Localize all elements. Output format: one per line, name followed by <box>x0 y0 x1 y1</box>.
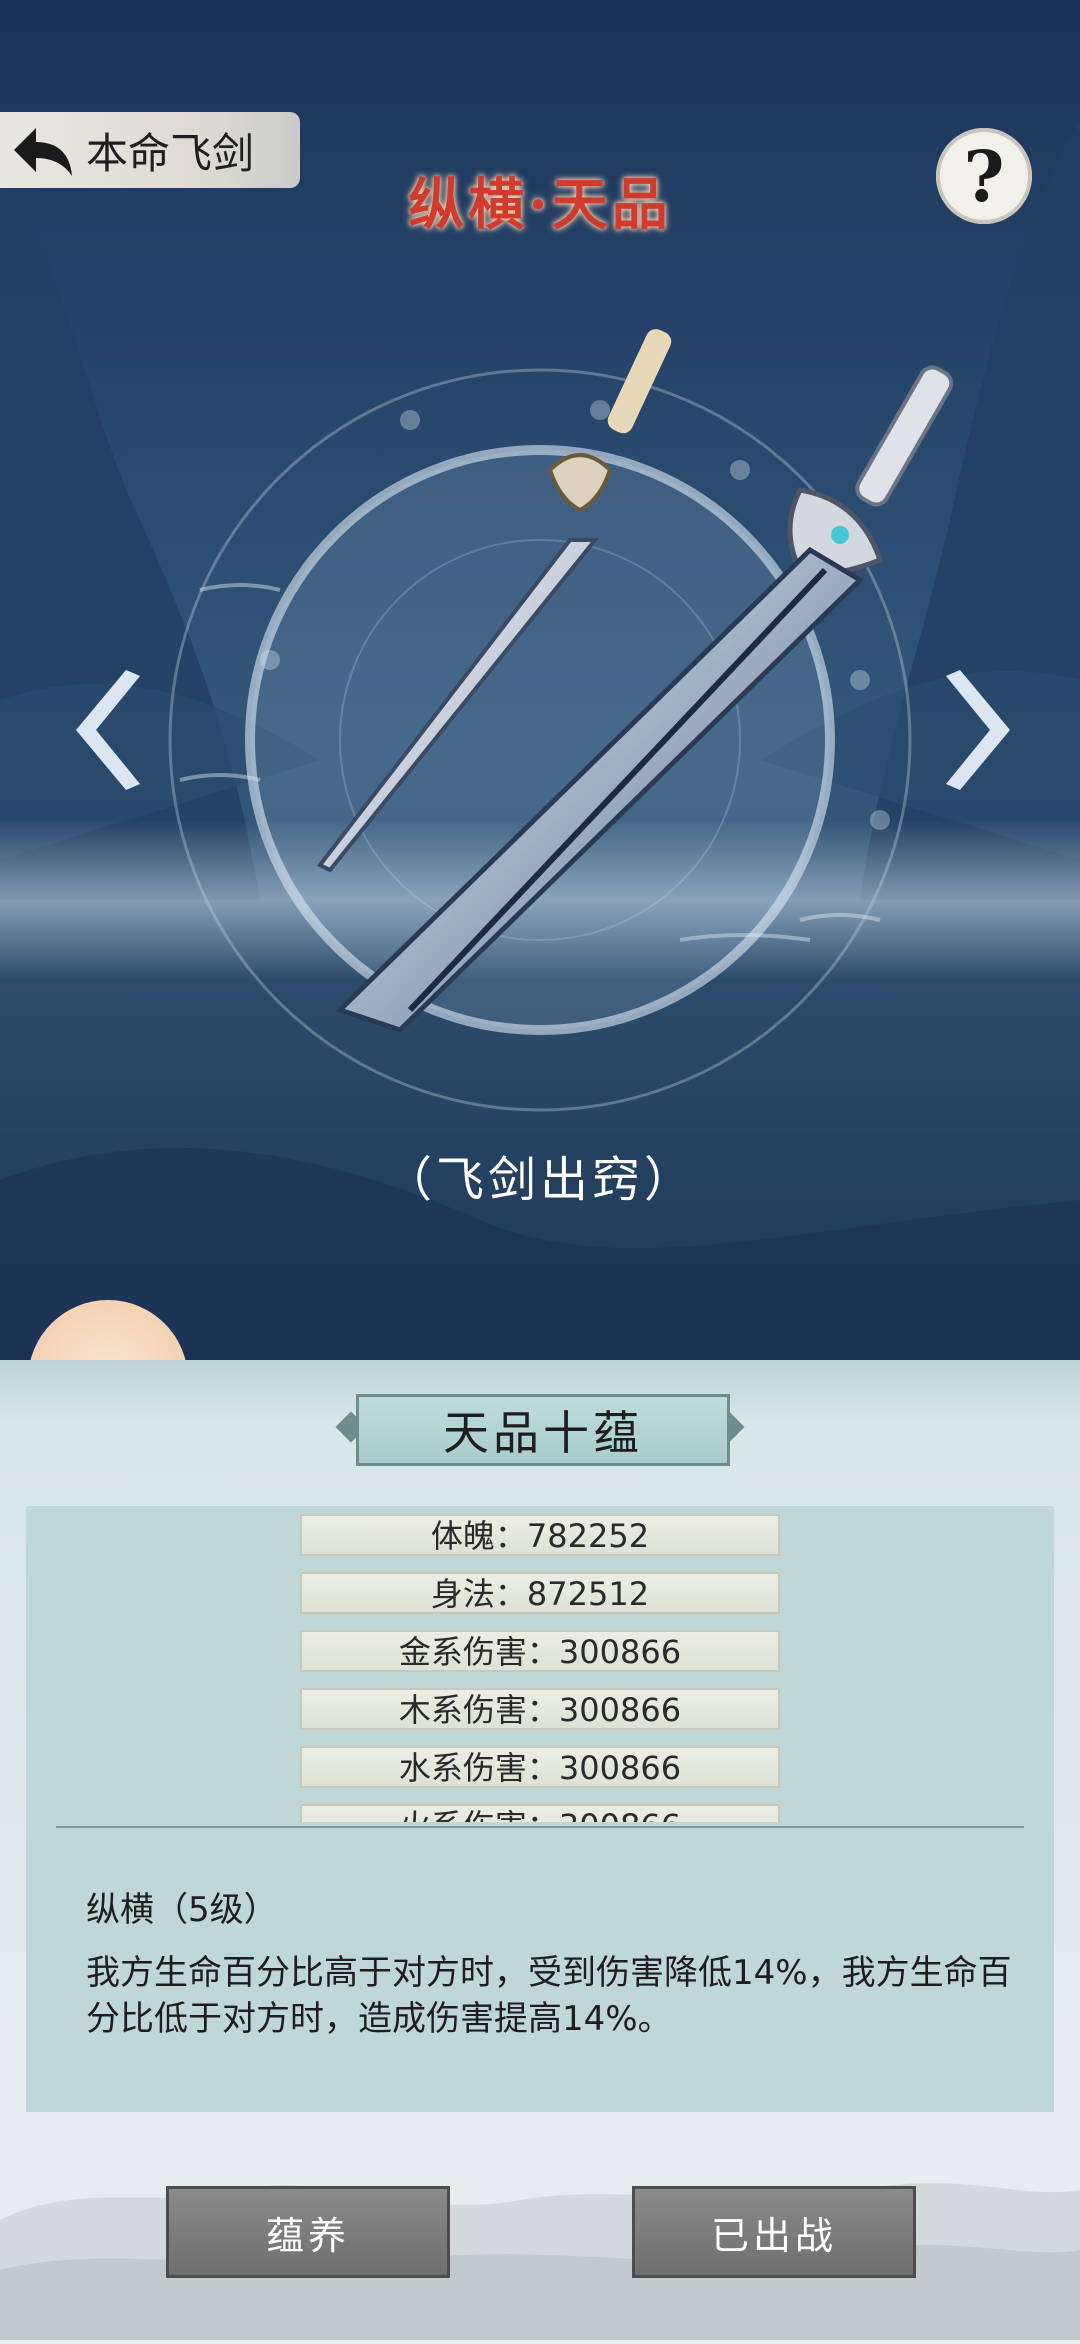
stats-list[interactable]: 体魄：782252 身法：872512 金系伤害：300866 木系伤害：300… <box>300 1506 780 1822</box>
stat-row: 金系伤害：300866 <box>300 1630 780 1672</box>
back-button[interactable]: 本命飞剑 <box>0 112 300 188</box>
chevron-right-icon <box>946 670 1010 790</box>
stat-row: 身法：872512 <box>300 1572 780 1614</box>
page-title: 本命飞剑 <box>86 128 255 178</box>
sword-title: 纵横·天品 <box>408 172 672 238</box>
back-arrow-icon <box>0 112 86 188</box>
deployed-button-label: 已出战 <box>710 2213 837 2258</box>
skill-name: 纵横（5级） <box>86 1890 278 1930</box>
prev-sword-button[interactable] <box>56 660 146 800</box>
help-icon: ? <box>963 134 1005 218</box>
chevron-left-icon <box>76 670 140 790</box>
section-divider <box>56 1826 1024 1828</box>
help-button[interactable]: ? <box>936 128 1032 224</box>
grade-banner: 天品十蕴 <box>356 1394 730 1466</box>
nurture-button-label: 蕴养 <box>265 2213 350 2258</box>
stat-row: 体魄：782252 <box>300 1514 780 1556</box>
ink-mountains <box>0 2182 1080 2340</box>
stat-row: 木系伤害：300866 <box>300 1688 780 1730</box>
stat-row: 水系伤害：300866 <box>300 1746 780 1788</box>
sword-status-text: （飞剑出窍） <box>383 1152 696 1208</box>
stat-row: 火系伤害：300866 <box>300 1804 780 1822</box>
next-sword-button[interactable] <box>940 660 1030 800</box>
nurture-button[interactable]: 蕴养 <box>166 2186 450 2278</box>
deployed-button[interactable]: 已出战 <box>632 2186 916 2278</box>
grade-banner-label: 天品十蕴 <box>443 1406 643 1460</box>
skill-description: 我方生命百分比高于对方时，受到伤害降低14%，我方生命百分比低于对方时，造成伤害… <box>86 1953 1012 2039</box>
